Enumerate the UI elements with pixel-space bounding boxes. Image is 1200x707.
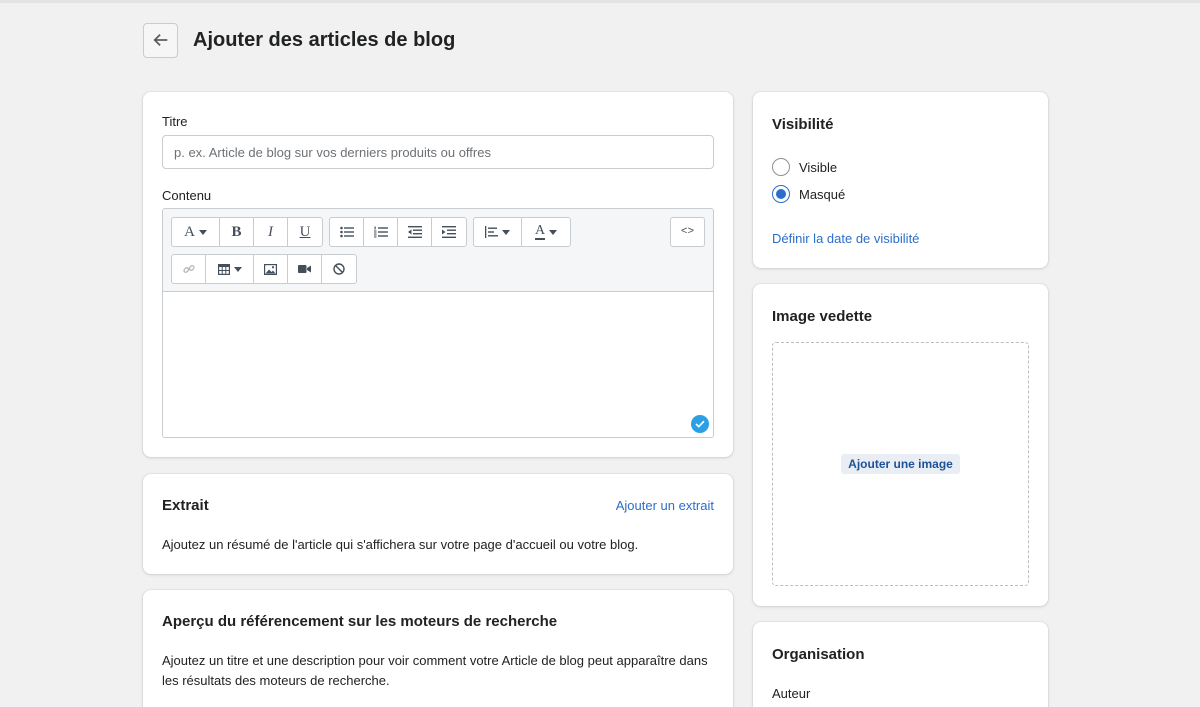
- outdent-icon: [407, 226, 422, 238]
- insert-video-button[interactable]: [288, 255, 322, 283]
- align-color-group: A: [473, 217, 571, 247]
- format-group: A B I U: [171, 217, 323, 247]
- visibility-title: Visibilité: [772, 116, 834, 133]
- title-input[interactable]: [162, 135, 714, 169]
- featured-image-title: Image vedette: [772, 308, 873, 325]
- indent-button[interactable]: [432, 218, 466, 246]
- font-icon: A: [184, 223, 195, 240]
- visibility-card: Visibilité Visible Masqué Définir la dat…: [753, 92, 1048, 268]
- visibility-option-hidden[interactable]: Masqué: [772, 185, 845, 203]
- excerpt-description: Ajoutez un résumé de l'article qui s'aff…: [162, 537, 639, 552]
- list-group: [329, 217, 467, 247]
- rich-text-editor: A B I U A <>: [162, 208, 714, 438]
- radio-button-selected[interactable]: [772, 185, 790, 203]
- back-button[interactable]: [143, 22, 178, 58]
- numbered-list-button[interactable]: [364, 218, 398, 246]
- organisation-title: Organisation: [772, 646, 865, 663]
- video-icon: [298, 265, 311, 273]
- align-left-icon: [485, 226, 498, 238]
- link-icon: [182, 265, 195, 273]
- checkmark-icon: [695, 420, 705, 428]
- underline-button[interactable]: U: [288, 218, 322, 246]
- html-group: <>: [670, 217, 705, 247]
- page-header: Ajouter des articles de blog: [143, 22, 455, 58]
- top-border: [0, 0, 1200, 3]
- content-label: Contenu: [162, 188, 212, 203]
- editor-toolbar: A B I U A <>: [163, 209, 713, 292]
- insert-group: [171, 254, 357, 284]
- grammar-check-icon[interactable]: [691, 415, 709, 433]
- indent-icon: [442, 226, 456, 238]
- add-image-button[interactable]: Ajouter une image: [841, 454, 960, 474]
- chevron-down-icon: [549, 229, 558, 235]
- visibility-option-visible[interactable]: Visible: [772, 158, 837, 176]
- insert-image-button[interactable]: [254, 255, 288, 283]
- outdent-button[interactable]: [398, 218, 432, 246]
- seo-preview-card: Aperçu du référencement sur les moteurs …: [143, 590, 733, 707]
- chevron-down-icon: [198, 229, 207, 235]
- image-icon: [264, 263, 277, 275]
- chevron-down-icon: [502, 229, 510, 235]
- insert-link-button[interactable]: [172, 255, 206, 283]
- featured-image-card: Image vedette Ajouter une image: [753, 284, 1048, 606]
- block-icon: [333, 263, 345, 275]
- seo-description: Ajoutez un titre et une description pour…: [162, 653, 708, 688]
- article-card: Titre Contenu A B I U: [143, 92, 733, 457]
- bullet-list-icon: [339, 226, 354, 238]
- text-color-button[interactable]: A: [522, 218, 570, 246]
- show-html-button[interactable]: <>: [671, 218, 704, 246]
- chevron-down-icon: [233, 266, 242, 272]
- add-excerpt-link[interactable]: Ajouter un extrait: [616, 498, 714, 513]
- excerpt-card: Extrait Ajouter un extrait Ajoutez un ré…: [143, 474, 733, 574]
- italic-icon: I: [268, 223, 273, 240]
- excerpt-title: Extrait: [162, 497, 209, 514]
- italic-button[interactable]: I: [254, 218, 288, 246]
- seo-title: Aperçu du référencement sur les moteurs …: [162, 613, 558, 630]
- organisation-card: Organisation Auteur: [753, 622, 1048, 707]
- code-icon: <>: [680, 226, 695, 238]
- bold-icon: B: [231, 223, 242, 240]
- radio-dot: [776, 189, 786, 199]
- numbered-list-icon: [373, 226, 388, 238]
- radio-label: Masqué: [799, 186, 846, 202]
- radio-label: Visible: [799, 159, 838, 175]
- title-label: Titre: [162, 114, 188, 129]
- author-label: Auteur: [772, 686, 811, 701]
- editor-content-area[interactable]: [163, 292, 713, 437]
- page-title: Ajouter des articles de blog: [193, 28, 456, 51]
- clear-formatting-button[interactable]: [322, 255, 356, 283]
- bullet-list-button[interactable]: [330, 218, 364, 246]
- set-visibility-date-link[interactable]: Définir la date de visibilité: [772, 231, 919, 246]
- table-icon: [217, 263, 230, 275]
- radio-button[interactable]: [772, 158, 790, 176]
- underline-icon: U: [299, 223, 311, 240]
- bold-button[interactable]: B: [220, 218, 254, 246]
- arrow-left-icon: [152, 33, 167, 47]
- align-button[interactable]: [474, 218, 522, 246]
- image-dropzone[interactable]: Ajouter une image: [772, 342, 1029, 586]
- text-color-icon: A: [534, 223, 546, 240]
- insert-table-button[interactable]: [206, 255, 254, 283]
- font-style-button[interactable]: A: [172, 218, 220, 246]
